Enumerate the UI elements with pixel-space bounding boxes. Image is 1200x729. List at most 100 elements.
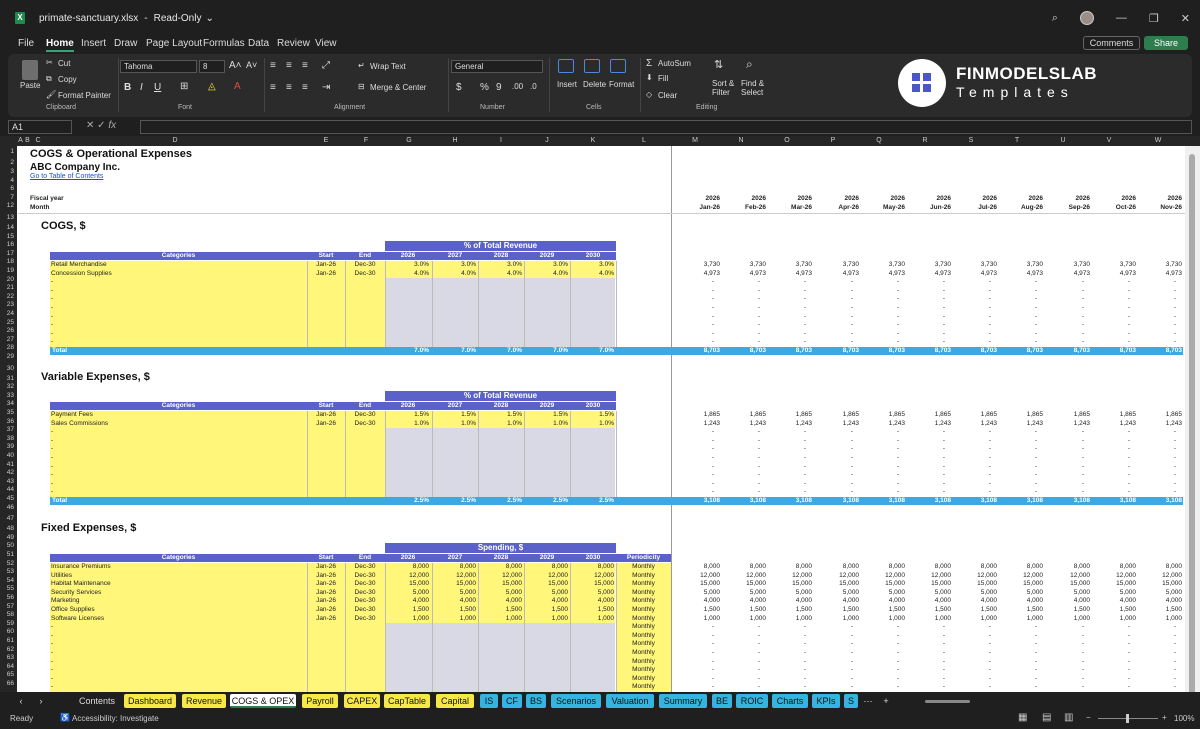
fixed-item-start[interactable]: Jan-26 [307, 606, 345, 614]
fill-button[interactable]: Fill [658, 74, 668, 83]
share-button[interactable]: Share [1144, 36, 1188, 50]
cogs-item-year-value[interactable]: 3.0% [432, 261, 476, 269]
cell-styles-icon[interactable] [610, 59, 626, 73]
fixed-empty-periodicity[interactable]: Monthly [616, 658, 671, 666]
menu-data[interactable]: Data [248, 38, 269, 49]
fixed-item-name[interactable]: Software Licenses [51, 615, 308, 623]
tab-capex[interactable]: CAPEX [344, 694, 380, 708]
fixed-empty-periodicity[interactable]: Monthly [616, 632, 671, 640]
row-header[interactable]: 15 [0, 233, 16, 242]
restore-icon[interactable]: ❐ [1149, 12, 1159, 25]
fixed-item-start[interactable]: Jan-26 [307, 589, 345, 597]
fixed-item-year-value[interactable]: 4,000 [385, 597, 429, 605]
menu-insert[interactable]: Insert [81, 38, 106, 49]
menu-page-layout[interactable]: Page Layout [146, 38, 202, 49]
avatar[interactable] [1079, 11, 1094, 25]
column-header-p[interactable]: P [810, 136, 856, 146]
row-header[interactable]: 50 [0, 542, 16, 551]
comments-button[interactable]: Comments [1083, 36, 1140, 50]
row-header[interactable]: 41 [0, 461, 16, 470]
tab-kpis[interactable]: KPIs [812, 694, 840, 708]
row-header[interactable]: 28 [0, 344, 16, 353]
fixed-item-end[interactable]: Dec-30 [345, 597, 385, 605]
align-middle-icon[interactable]: ≡ [286, 60, 292, 71]
variable-empty-marker[interactable]: - [51, 445, 53, 453]
percent-icon[interactable]: % [480, 82, 489, 93]
comma-icon[interactable]: 9 [496, 82, 502, 93]
accessibility-status[interactable]: Accessibility: Investigate [72, 714, 159, 723]
fixed-empty-periodicity[interactable]: Monthly [616, 683, 671, 691]
fixed-item-year-value[interactable]: 8,000 [385, 563, 429, 571]
borders-icon[interactable]: ⊞ [180, 81, 188, 92]
fixed-item-year-value[interactable]: 5,000 [570, 589, 614, 597]
row-header[interactable]: 57 [0, 603, 16, 612]
fixed-item-year-value[interactable]: 5,000 [432, 589, 476, 597]
fixed-item-end[interactable]: Dec-30 [345, 572, 385, 580]
clear-icon[interactable]: ◇ [646, 90, 652, 99]
tab-s[interactable]: S [844, 694, 858, 708]
row-header[interactable]: 40 [0, 452, 16, 461]
tab-cogs-opex[interactable]: COGS & OPEX [230, 694, 296, 708]
fixed-item-year-value[interactable]: 1,000 [478, 615, 522, 623]
cut-button[interactable]: Cut [58, 59, 70, 68]
row-header[interactable]: 54 [0, 577, 16, 586]
name-box[interactable]: A1 [8, 120, 72, 134]
row-header[interactable]: 52 [0, 560, 16, 569]
row-header[interactable]: 46 [0, 504, 16, 513]
variable-item-year-value[interactable]: 1.5% [385, 411, 429, 419]
cogs-empty-marker[interactable]: - [51, 321, 53, 329]
variable-item-start[interactable]: Jan-26 [307, 420, 345, 428]
cogs-item-end[interactable]: Dec-30 [345, 270, 385, 278]
delete-cells-button[interactable]: Delete [583, 80, 606, 89]
fixed-item-periodicity[interactable]: Monthly [616, 580, 671, 588]
column-header-k[interactable]: K [570, 136, 616, 146]
tab-next-icon[interactable]: › [34, 694, 48, 708]
number-format-combo[interactable]: General [451, 60, 543, 73]
row-header[interactable]: 19 [0, 267, 16, 276]
fixed-item-year-value[interactable]: 1,000 [524, 615, 568, 623]
zoom-out-icon[interactable]: − [1086, 713, 1091, 722]
menu-view[interactable]: View [315, 38, 337, 49]
row-header[interactable]: 25 [0, 319, 16, 328]
row-header[interactable]: 65 [0, 671, 16, 680]
orientation-icon[interactable]: ⤢ [322, 60, 330, 71]
cogs-empty-marker[interactable]: - [51, 295, 53, 303]
cogs-item-name[interactable]: Retail Merchandise [51, 261, 308, 269]
fixed-item-start[interactable]: Jan-26 [307, 580, 345, 588]
fixed-item-periodicity[interactable]: Monthly [616, 563, 671, 571]
fixed-item-year-value[interactable]: 12,000 [385, 572, 429, 580]
cogs-item-year-value[interactable]: 4.0% [385, 270, 429, 278]
paste-icon[interactable] [22, 60, 38, 80]
fixed-item-year-value[interactable]: 12,000 [570, 572, 614, 580]
fixed-item-year-value[interactable]: 15,000 [524, 580, 568, 588]
fixed-item-year-value[interactable]: 5,000 [524, 589, 568, 597]
sort-filter-icon[interactable]: ⇅ [714, 58, 723, 71]
fixed-empty-marker[interactable]: - [51, 623, 53, 631]
fixed-item-year-value[interactable]: 4,000 [524, 597, 568, 605]
fixed-empty-marker[interactable]: - [51, 649, 53, 657]
function-icon[interactable]: fx [108, 120, 116, 131]
align-center-icon[interactable]: ≡ [286, 82, 292, 93]
row-header[interactable]: 45 [0, 495, 16, 504]
scroll-thumb[interactable] [1189, 154, 1195, 694]
variable-item-year-value[interactable]: 1.0% [385, 420, 429, 428]
fixed-empty-periodicity[interactable]: Monthly [616, 666, 671, 674]
fixed-item-year-value[interactable]: 1,500 [524, 606, 568, 614]
tab-cf[interactable]: CF [502, 694, 522, 708]
fixed-item-end[interactable]: Dec-30 [345, 606, 385, 614]
italic-icon[interactable]: I [140, 82, 143, 93]
variable-item-year-value[interactable]: 1.0% [432, 420, 476, 428]
column-header-a[interactable]: A [18, 136, 23, 146]
fixed-item-year-value[interactable]: 5,000 [385, 589, 429, 597]
row-header[interactable]: 31 [0, 375, 16, 384]
fill-color-icon[interactable]: ◬ [208, 81, 216, 92]
normal-view-icon[interactable]: ▦ [1018, 712, 1027, 723]
row-header[interactable]: 6 [0, 185, 16, 194]
fixed-item-year-value[interactable]: 15,000 [570, 580, 614, 588]
fixed-item-start[interactable]: Jan-26 [307, 563, 345, 571]
font-size-combo[interactable]: 8 [199, 60, 225, 73]
variable-empty-marker[interactable]: - [51, 480, 53, 488]
row-header[interactable]: 4 [0, 177, 16, 186]
column-header-l[interactable]: L [616, 136, 672, 146]
cut-icon[interactable]: ✂ [46, 58, 53, 67]
